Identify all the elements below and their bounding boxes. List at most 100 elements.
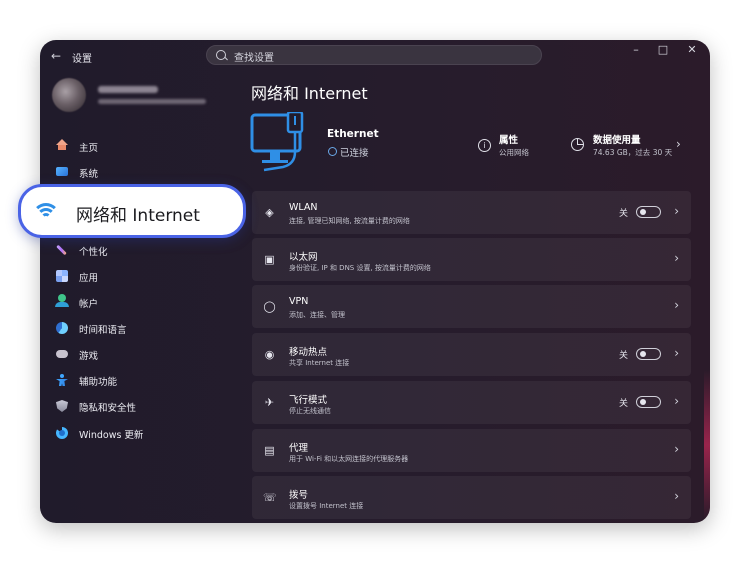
maximize-icon: □: [657, 43, 669, 56]
card-title: VPN: [289, 296, 309, 307]
card-title: 飞行模式: [289, 395, 328, 406]
settings-window: ← 设置 查找设置 – □ ✕ 主页 系统 个性化 应用 帐户 时间和语言 游戏…: [40, 40, 710, 523]
vpn-shield-icon: ◯: [263, 300, 276, 313]
account-icon: [55, 294, 69, 307]
brush-icon: [56, 244, 67, 256]
chevron-right-icon: ›: [674, 204, 679, 218]
dialup-card[interactable]: ☏ 拨号 设置拨号 Internet 连接 ›: [252, 476, 691, 519]
profile-email-blurred: [98, 99, 206, 104]
sidebar-item-windows-update[interactable]: Windows 更新: [54, 423, 234, 443]
wifi-icon: [32, 203, 60, 219]
card-subtitle: 共享 Internet 连接: [289, 359, 350, 367]
chevron-right-icon: ›: [674, 346, 679, 360]
close-button[interactable]: ✕: [682, 42, 702, 58]
chevron-right-icon: ›: [674, 394, 679, 408]
airplane-icon: ✈: [264, 396, 275, 409]
ethernet-status: 已连接: [340, 148, 369, 159]
sidebar-item-gaming[interactable]: 游戏: [54, 344, 234, 364]
sidebar-item-label: 辅助功能: [79, 377, 118, 388]
search-icon: [216, 50, 226, 60]
minimize-button[interactable]: –: [626, 42, 646, 58]
sidebar-item-accounts[interactable]: 帐户: [54, 292, 234, 312]
vpn-card[interactable]: ◯ VPN 添加、连接、管理 ›: [252, 285, 691, 328]
card-subtitle: 添加、连接、管理: [289, 311, 345, 319]
chevron-right-icon: ›: [674, 251, 679, 265]
pie-chart-icon: [571, 138, 584, 151]
card-subtitle: 身份验证, IP 和 DNS 设置, 按流量计费的网络: [289, 264, 431, 272]
sidebar-item-time-language[interactable]: 时间和语言: [54, 318, 234, 338]
chevron-right-icon: ›: [674, 298, 679, 312]
airplane-mode-card[interactable]: ✈ 飞行模式 停止无线通信 关 ›: [252, 381, 691, 424]
title-bar: ← 设置 查找设置 – □ ✕: [40, 40, 710, 70]
accessibility-icon: [56, 374, 68, 386]
wlan-toggle[interactable]: [636, 206, 661, 218]
data-usage-title: 数据使用量: [593, 135, 641, 146]
sidebar-item-personalization[interactable]: 个性化: [54, 240, 234, 260]
shield-icon: [56, 400, 68, 412]
hotspot-icon: ◉: [264, 348, 275, 361]
hotspot-toggle[interactable]: [636, 348, 661, 360]
card-title: 拨号: [289, 490, 309, 501]
info-icon: i: [478, 139, 491, 152]
sidebar-item-label: 时间和语言: [79, 325, 127, 336]
sidebar-item-network-internet[interactable]: 网络和 Internet: [18, 184, 246, 238]
search-input[interactable]: 查找设置: [234, 49, 274, 64]
sidebar-item-accessibility[interactable]: 辅助功能: [54, 370, 234, 390]
card-title: WLAN: [289, 202, 318, 213]
globe-icon: [328, 147, 337, 156]
sidebar-item-label: 主页: [79, 143, 99, 154]
sidebar-item-label: 系统: [79, 169, 99, 180]
sidebar-item-apps[interactable]: 应用: [54, 266, 234, 286]
profile-name-blurred: [98, 86, 158, 93]
avatar: [52, 78, 86, 112]
page-title: 网络和 Internet: [251, 84, 368, 103]
sidebar-item-label: 隐私和安全性: [79, 403, 137, 414]
card-subtitle: 设置拨号 Internet 连接: [289, 502, 364, 510]
ethernet-name: Ethernet: [327, 128, 379, 140]
card-subtitle: 用于 Wi-Fi 和以太网连接的代理服务器: [289, 455, 409, 463]
maximize-button[interactable]: □: [653, 42, 673, 58]
sidebar-item-label: 个性化: [79, 247, 108, 258]
sidebar-item-home[interactable]: 主页: [54, 136, 234, 156]
toggle-state-label: 关: [619, 209, 629, 219]
sidebar-item-label: 网络和 Internet: [76, 206, 200, 226]
minimize-icon: –: [633, 43, 639, 56]
proxy-card[interactable]: ▤ 代理 用于 Wi-Fi 和以太网连接的代理服务器 ›: [252, 429, 691, 472]
toggle-state-label: 关: [619, 399, 629, 409]
sidebar-item-label: 游戏: [79, 351, 99, 362]
airplane-mode-toggle[interactable]: [636, 396, 661, 408]
sidebar-item-privacy[interactable]: 隐私和安全性: [54, 396, 234, 416]
card-title: 移动热点: [289, 347, 328, 358]
globe-clock-icon: [56, 322, 68, 334]
sidebar-item-label: 应用: [79, 273, 99, 284]
proxy-icon: ▤: [264, 444, 275, 457]
sidebar-item-label: Windows 更新: [79, 430, 144, 441]
ethernet-icon: ▣: [264, 253, 275, 266]
chevron-right-icon: ›: [676, 137, 681, 151]
chevron-right-icon: ›: [674, 489, 679, 503]
hotspot-card[interactable]: ◉ 移动热点 共享 Internet 连接 关 ›: [252, 333, 691, 376]
arrow-left-icon: ←: [50, 49, 62, 63]
card-subtitle: 停止无线通信: [289, 407, 331, 415]
close-icon: ✕: [687, 43, 697, 56]
dialup-icon: ☏: [263, 491, 277, 504]
wlan-card[interactable]: ◈ WLAN 连接, 管理已知网络, 按流量计费的网络 关 ›: [252, 191, 691, 234]
ethernet-illustration-icon: [250, 112, 304, 172]
app-title: 设置: [72, 54, 92, 65]
toggle-state-label: 关: [619, 351, 629, 361]
monitor-icon: [56, 167, 68, 176]
sidebar-item-system[interactable]: 系统: [54, 162, 234, 182]
search-box[interactable]: 查找设置: [206, 45, 542, 65]
update-icon: [56, 427, 68, 439]
properties-title: 属性: [499, 135, 519, 146]
properties-subtitle: 公用网络: [499, 148, 529, 157]
apps-icon: [56, 270, 68, 282]
data-usage-subtitle: 74.63 GB，过去 30 天: [593, 148, 673, 157]
home-icon: [56, 139, 68, 150]
wifi-icon: ◈: [265, 206, 274, 219]
card-subtitle: 连接, 管理已知网络, 按流量计费的网络: [289, 217, 410, 225]
back-button[interactable]: ←: [48, 48, 64, 64]
sidebar-item-label: 帐户: [79, 299, 99, 310]
ethernet-card[interactable]: ▣ 以太网 身份验证, IP 和 DNS 设置, 按流量计费的网络 ›: [252, 238, 691, 281]
card-title: 代理: [289, 443, 309, 454]
